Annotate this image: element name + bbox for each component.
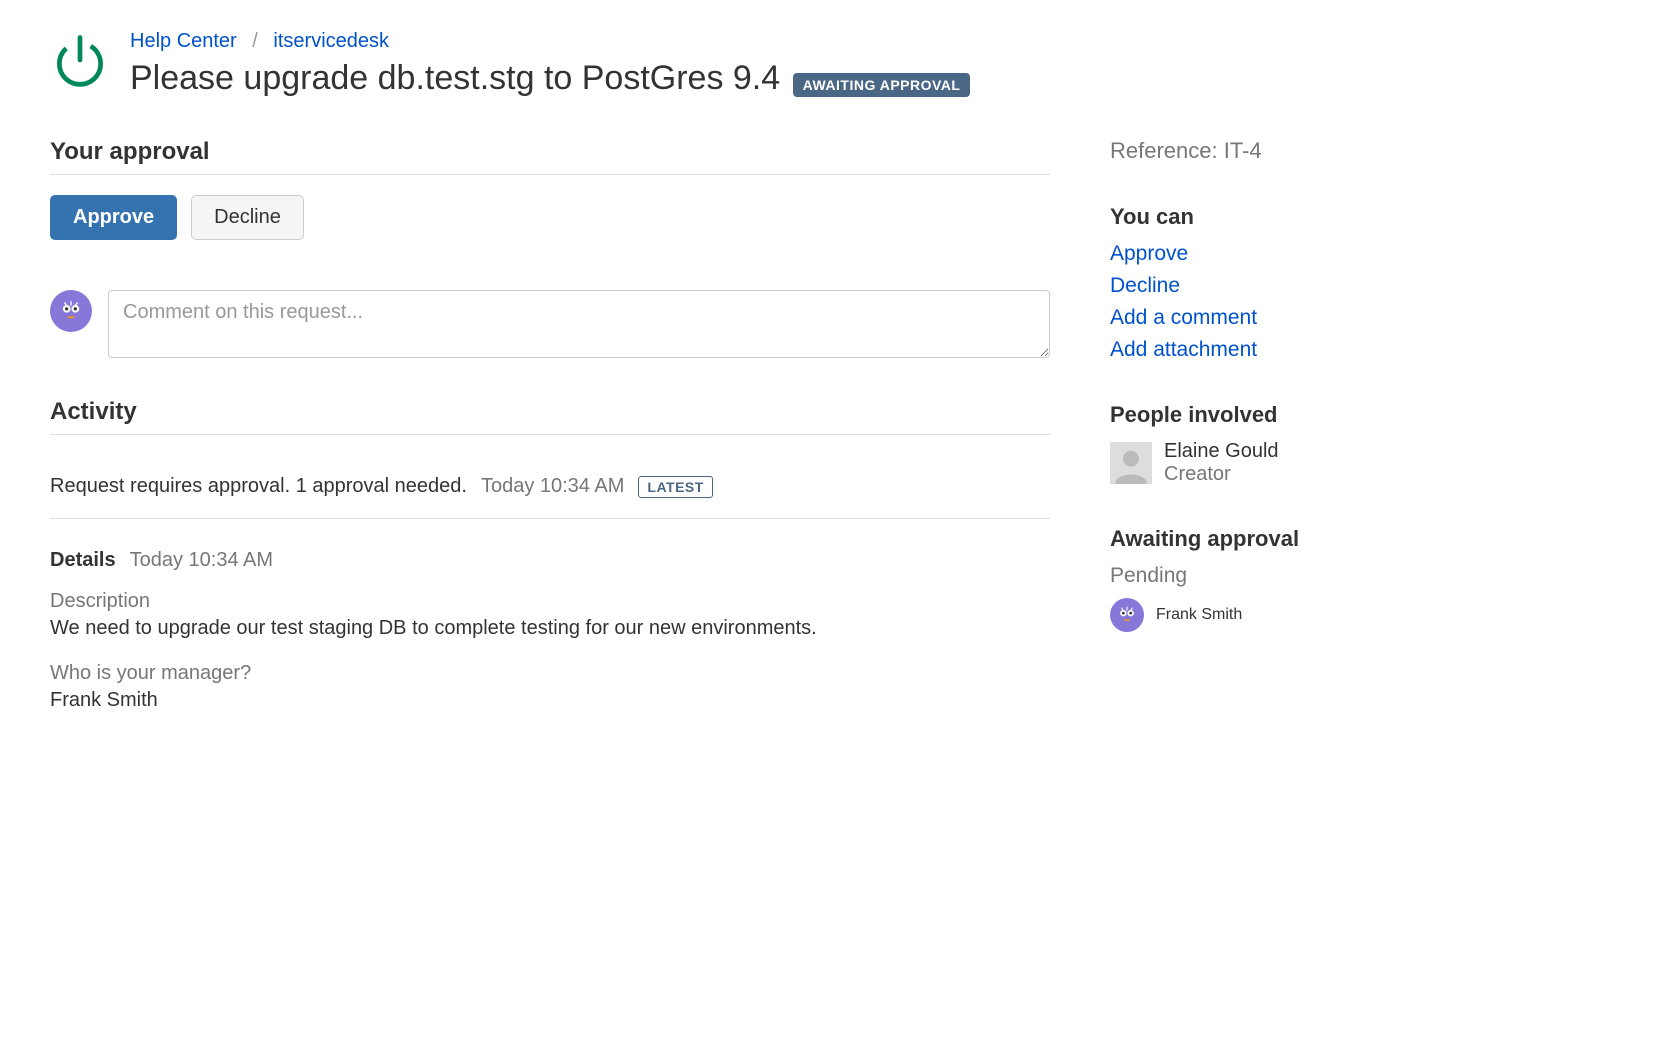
field-value-manager: Frank Smith [50,689,1050,712]
reference-label: Reference: [1110,138,1218,163]
activity-time: Today 10:34 AM [481,475,624,498]
current-user-avatar [50,290,92,332]
you-can-heading: You can [1110,204,1400,230]
decline-button[interactable]: Decline [191,195,304,240]
reference-value: IT-4 [1224,138,1262,163]
details-time: Today 10:34 AM [130,549,273,572]
breadcrumb-help-center[interactable]: Help Center [130,30,237,52]
field-label-description: Description [50,590,1050,613]
breadcrumb-separator: / [252,30,258,52]
your-approval-heading: Your approval [50,138,1050,175]
details-title: Details [50,549,116,572]
person-avatar [1110,442,1152,484]
breadcrumb-project[interactable]: itservicedesk [273,30,389,52]
awaiting-heading: Awaiting approval [1110,526,1400,552]
approver-name: Frank Smith [1156,606,1242,624]
activity-item: Request requires approval. 1 approval ne… [50,455,1050,519]
action-approve[interactable]: Approve [1110,242,1188,265]
comment-composer [50,290,1050,358]
awaiting-status: Pending [1110,564,1400,588]
people-heading: People involved [1110,402,1400,428]
field-value-description: We need to upgrade our test staging DB t… [50,617,1050,640]
approval-buttons: Approve Decline [50,195,1050,240]
power-icon [50,30,110,90]
person-name: Elaine Gould [1164,440,1279,463]
action-add-attachment[interactable]: Add attachment [1110,338,1257,361]
action-add-comment[interactable]: Add a comment [1110,306,1257,329]
action-links: Approve Decline Add a comment Add attach… [1110,242,1400,362]
activity-text: Request requires approval. 1 approval ne… [50,475,467,498]
action-decline[interactable]: Decline [1110,274,1180,297]
approve-button[interactable]: Approve [50,195,177,240]
page-title: Please upgrade db.test.stg to PostGres 9… [130,59,780,97]
breadcrumb: Help Center / itservicedesk [130,30,1626,53]
reference-row: Reference: IT-4 [1110,138,1400,164]
details-block: Details Today 10:34 AM Description We ne… [50,519,1050,712]
person-row: Elaine Gould Creator [1110,440,1400,486]
comment-input[interactable] [108,290,1050,358]
field-label-manager: Who is your manager? [50,662,1050,685]
status-badge: AWAITING APPROVAL [793,73,971,97]
approver-avatar [1110,598,1144,632]
latest-badge: LATEST [638,476,712,498]
person-role: Creator [1164,463,1279,486]
activity-heading: Activity [50,398,1050,435]
page-header: Help Center / itservicedesk Please upgra… [50,30,1626,98]
approver-row: Frank Smith [1110,598,1400,632]
